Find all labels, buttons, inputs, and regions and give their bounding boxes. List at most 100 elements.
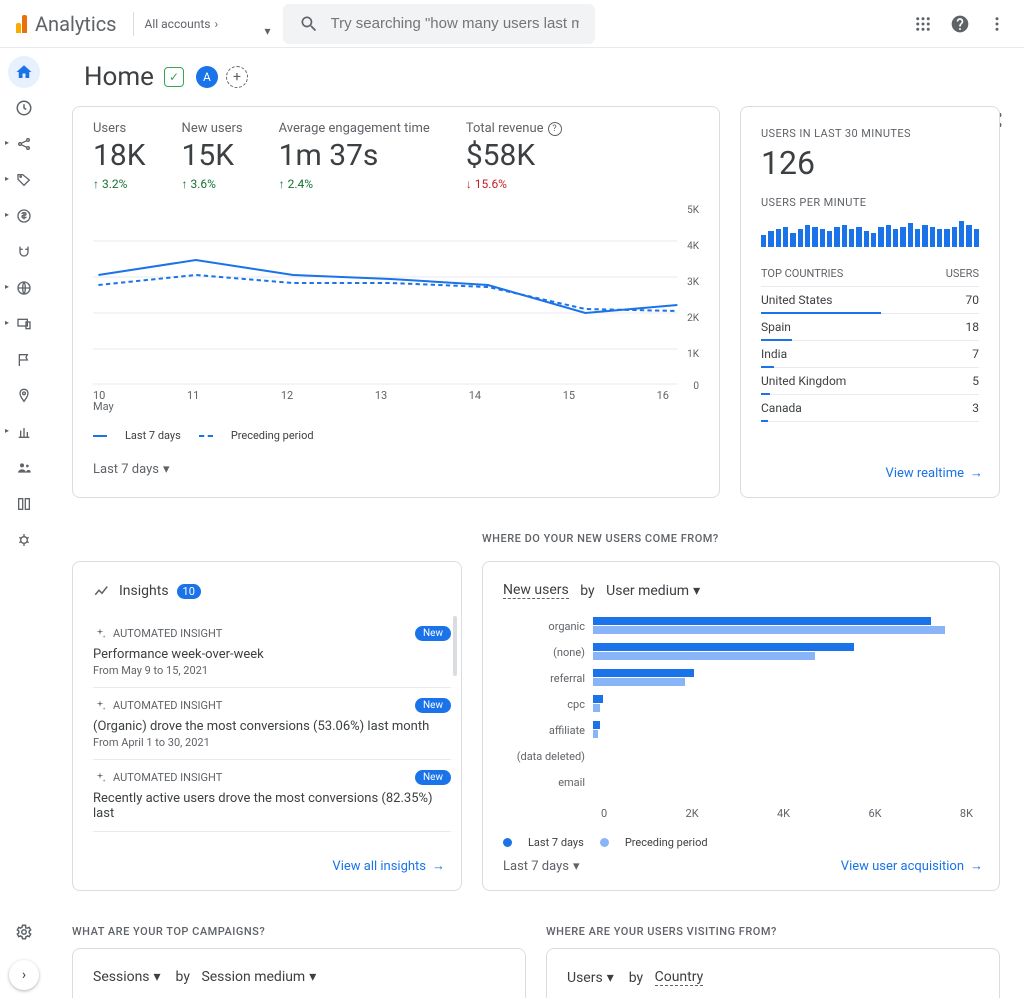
people-icon: [16, 460, 32, 476]
insight-item[interactable]: AUTOMATED INSIGHTNew Performance week-ov…: [93, 616, 451, 688]
magnet-icon: [16, 244, 32, 260]
chevron-down-icon: ▾: [693, 583, 700, 599]
insight-title: Performance week-over-week: [93, 647, 451, 662]
y-tick: 0: [693, 381, 699, 392]
geo-dimension-selector[interactable]: Users▾ by Country: [567, 969, 979, 986]
country-row[interactable]: India7: [761, 341, 979, 368]
metric-tile[interactable]: Average engagement time 1m 37s ↑ 2.4%: [279, 121, 430, 191]
nav-audiences[interactable]: [8, 452, 40, 484]
new-badge: New: [415, 770, 451, 785]
add-comparison-button[interactable]: +: [226, 66, 248, 88]
nav-admin[interactable]: [8, 916, 40, 948]
campaigns-card: Sessions▾ by Session medium ▾ SESSION ME…: [72, 948, 526, 998]
help-icon[interactable]: ?: [548, 122, 562, 136]
country-users: 3: [972, 401, 979, 415]
date-range-selector[interactable]: Last 7 days ▾: [93, 462, 699, 477]
bar-label: referral: [503, 672, 593, 685]
apps-icon[interactable]: [914, 15, 932, 33]
bar-label: (data deleted): [503, 750, 593, 763]
bar-row: email: [503, 769, 979, 795]
account-selector-label: All accounts: [145, 17, 211, 31]
mini-bar: [922, 225, 927, 247]
metric-tile[interactable]: New users 15K ↑ 3.6%: [182, 121, 243, 191]
nav-explore[interactable]: ▸: [8, 416, 40, 448]
page-title: Home: [84, 62, 154, 92]
nav-debug[interactable]: [8, 524, 40, 556]
nav-retention[interactable]: [8, 236, 40, 268]
date-range-selector[interactable]: Last 7 days ▾: [503, 859, 580, 874]
mini-bar: [937, 229, 942, 247]
x-tick: 16: [657, 389, 669, 402]
nav-conversions[interactable]: [8, 380, 40, 412]
nav-library[interactable]: [8, 488, 40, 520]
globe-icon: [16, 280, 32, 296]
scrollbar-thumb[interactable]: [453, 616, 457, 676]
country-users: 70: [966, 293, 980, 307]
insight-item[interactable]: AUTOMATED INSIGHTNew (Organic) drove the…: [93, 688, 451, 760]
search-input[interactable]: [331, 15, 580, 32]
campaigns-dimension-selector[interactable]: Sessions▾ by Session medium ▾: [93, 969, 505, 985]
library-icon: [16, 496, 32, 512]
nav-monetization[interactable]: ▸: [8, 200, 40, 232]
chevron-down-icon: ▾: [309, 969, 316, 985]
mini-bar: [842, 225, 847, 247]
nav-events[interactable]: [8, 344, 40, 376]
expand-caret-icon: ▸: [5, 174, 9, 183]
realtime-heading: USERS IN LAST 30 MINUTES: [761, 127, 979, 140]
account-selector[interactable]: All accounts › ▾: [133, 0, 283, 48]
legend-current: Last 7 days: [125, 429, 181, 442]
nav-tags[interactable]: ▸: [8, 164, 40, 196]
search-bar[interactable]: [283, 4, 596, 44]
mini-bar: [900, 227, 905, 247]
country-name: United Kingdom: [761, 374, 846, 388]
mini-bar: [915, 229, 920, 247]
mini-bar: [805, 225, 810, 247]
insight-date: From May 9 to 15, 2021: [93, 664, 451, 677]
page-header: Home ✓ A +: [48, 48, 1024, 106]
chart-legend: Last 7 days Preceding period: [93, 429, 699, 442]
mini-bar: [893, 229, 898, 247]
nav-lifecycle[interactable]: ▸: [8, 128, 40, 160]
section-acquisition-heading: WHERE DO YOUR NEW USERS COME FROM?: [482, 532, 1000, 545]
view-realtime-link[interactable]: View realtime→: [886, 465, 983, 481]
mini-bar: [871, 233, 876, 247]
country-row[interactable]: United States70: [761, 287, 979, 314]
verified-icon[interactable]: ✓: [164, 67, 184, 87]
mini-bar: [768, 231, 773, 247]
nav-demographics[interactable]: ▸: [8, 272, 40, 304]
dollar-icon: [16, 208, 32, 224]
mini-bar: [944, 229, 949, 247]
metric-tile[interactable]: Total revenue ? $58K ↓ 15.6%: [466, 121, 562, 191]
nav-recent[interactable]: [8, 92, 40, 124]
insight-category: AUTOMATED INSIGHT: [113, 771, 222, 784]
country-row[interactable]: United Kingdom5: [761, 368, 979, 395]
insight-item[interactable]: AUTOMATED INSIGHT New Recently active use…: [93, 760, 451, 832]
metric-tile[interactable]: Users 18K ↑ 3.2%: [93, 121, 146, 191]
country-row[interactable]: Spain18: [761, 314, 979, 341]
nav-home[interactable]: [8, 56, 40, 88]
legend-current: Last 7 days: [528, 836, 584, 849]
app-header: Analytics All accounts › ▾: [0, 0, 1024, 48]
avatar[interactable]: A: [196, 66, 218, 88]
insight-category: AUTOMATED INSIGHT: [113, 699, 222, 712]
chevron-down-icon: ▾: [264, 24, 270, 38]
country-row[interactable]: Canada3: [761, 395, 979, 422]
insight-date: From April 1 to 30, 2021: [93, 736, 451, 749]
view-acquisition-link[interactable]: View user acquisition→: [841, 858, 983, 874]
insight-title: Recently active users drove the most con…: [93, 791, 451, 821]
acquisition-dimension-selector[interactable]: New users by User medium ▾: [503, 582, 979, 599]
metric-label: Average engagement time: [279, 121, 430, 136]
product-logo[interactable]: Analytics: [0, 12, 133, 36]
country-name: India: [761, 347, 787, 361]
view-all-insights-link[interactable]: View all insights→: [332, 858, 445, 874]
acquisition-bar-chart: organic(none)referralcpcaffiliate(data d…: [503, 613, 979, 803]
bar-row: (none): [503, 639, 979, 665]
x-tick: 4K: [777, 807, 790, 820]
mini-bar: [790, 233, 795, 247]
expand-sidebar-button[interactable]: ›: [9, 960, 39, 990]
help-icon[interactable]: [950, 14, 970, 34]
more-vert-icon[interactable]: [988, 15, 1006, 33]
nav-tech[interactable]: ▸: [8, 308, 40, 340]
chevron-down-icon: ▾: [163, 462, 170, 477]
legend-line-solid-icon: [93, 435, 107, 437]
